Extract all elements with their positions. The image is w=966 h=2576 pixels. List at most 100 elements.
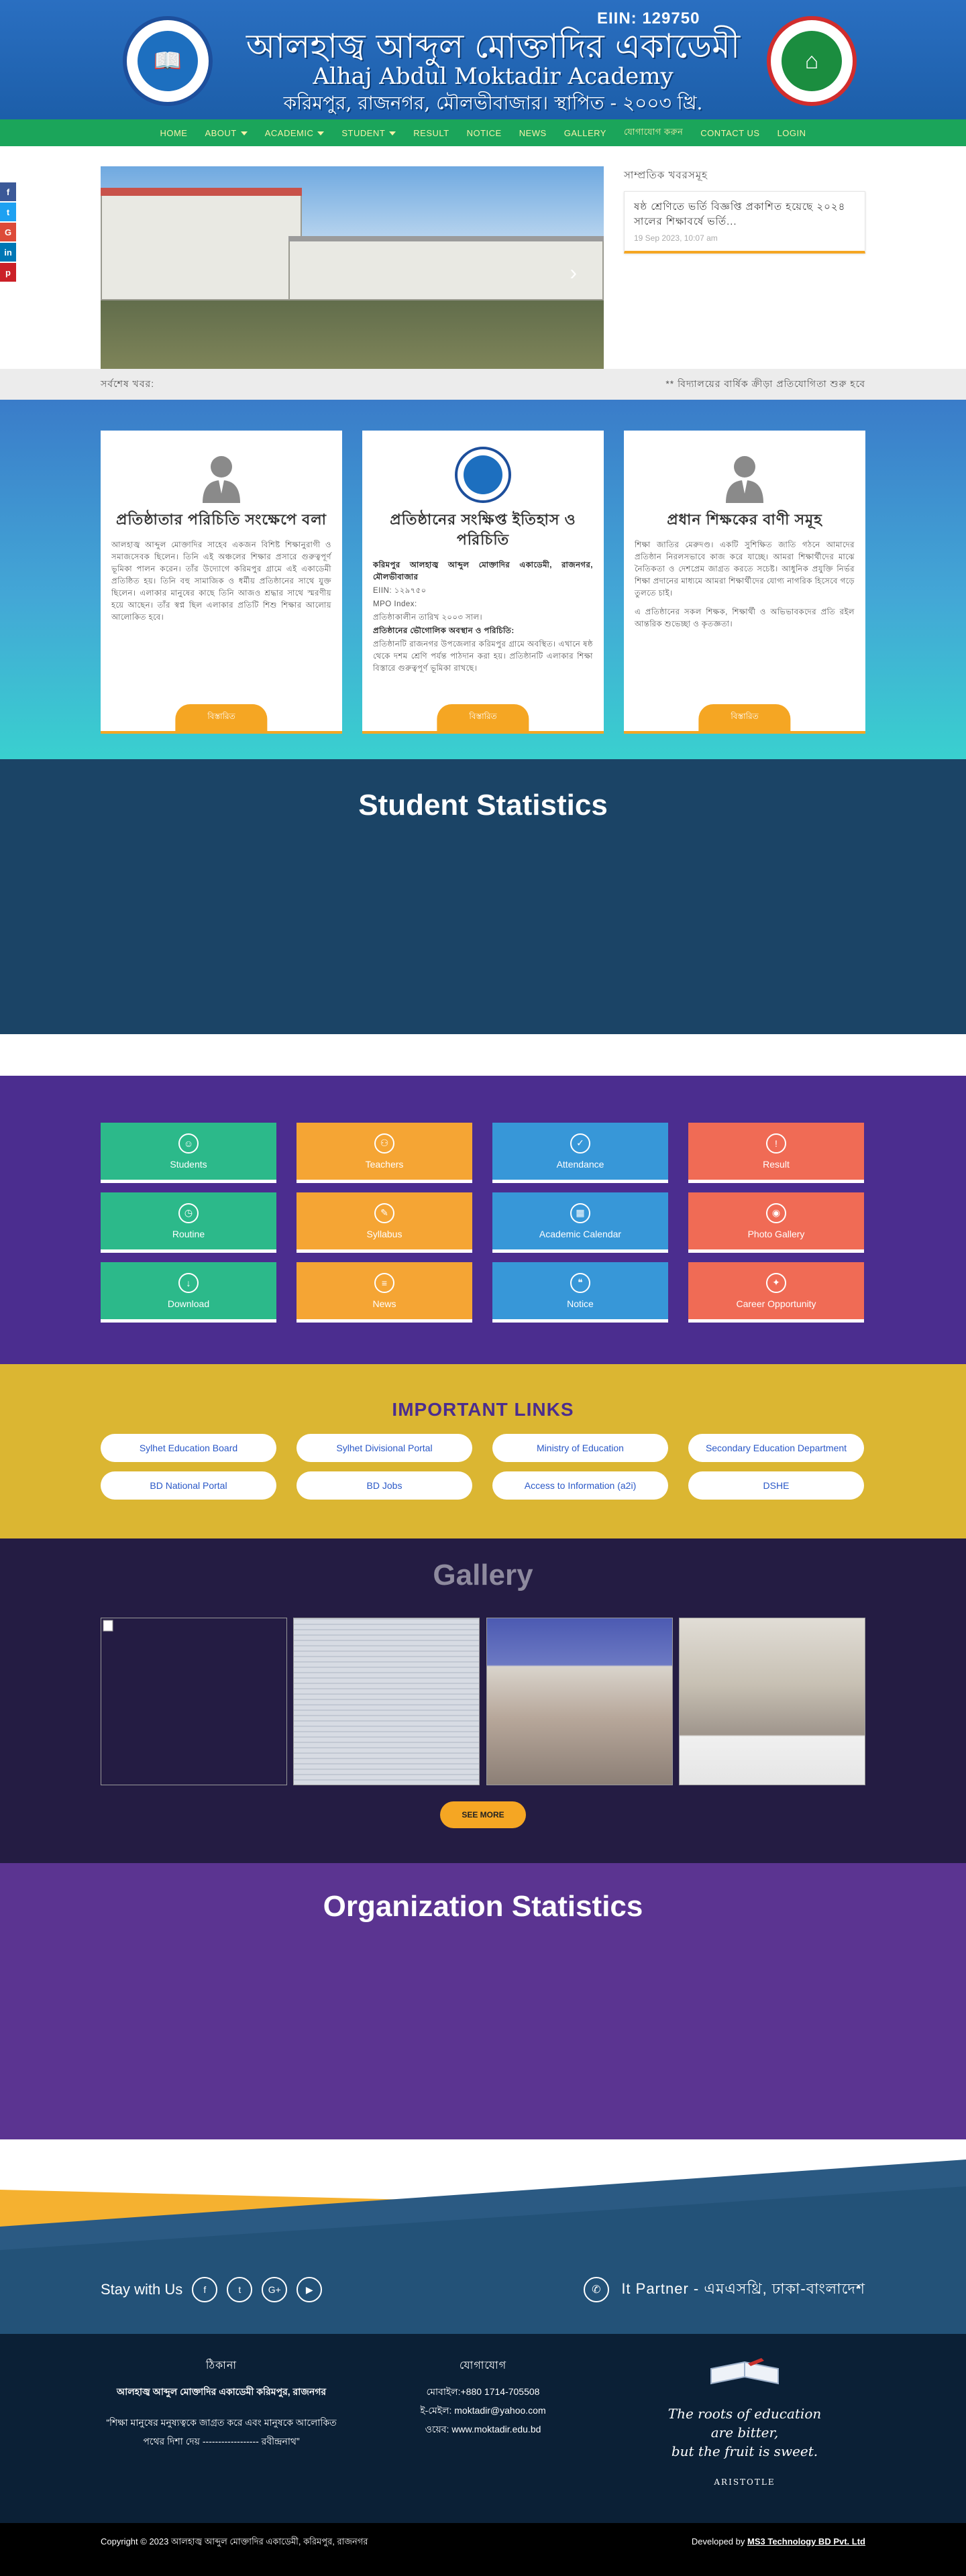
career-icon: ✦ [766, 1272, 786, 1293]
organization-statistics-title: Organization Statistics [323, 1890, 643, 1923]
quick-link-syllabus[interactable]: ✎ Syllabus [297, 1192, 472, 1253]
open-book-icon [710, 2358, 779, 2385]
important-link[interactable]: BD Jobs [297, 1471, 472, 1500]
person-avatar-icon [193, 447, 250, 503]
important-link[interactable]: Sylhet Divisional Portal [297, 1434, 472, 1462]
news-date: 19 Sep 2023, 10:07 am [634, 233, 718, 243]
calendar-icon: ▦ [570, 1202, 590, 1223]
student-statistics-section: Student Statistics [0, 759, 966, 1034]
important-link[interactable]: Sylhet Education Board [101, 1434, 276, 1462]
nav-item-label: LOGIN [777, 127, 806, 138]
profile-text: শিক্ষা জাতির মেরুদণ্ড। একটি সুশিক্ষিত জা… [635, 539, 855, 630]
profile-details-button[interactable]: বিস্তারিত [175, 704, 268, 731]
profile-paragraph: প্রতিষ্ঠানটি রাজনগর উপজেলার করিমপুর গ্রা… [373, 640, 593, 673]
important-link[interactable]: DSHE [688, 1471, 864, 1500]
youtube-icon[interactable]: ▶ [297, 2277, 323, 2302]
gallery-image-broken[interactable] [101, 1618, 287, 1785]
caret-down-icon [317, 131, 325, 136]
profile-details-button[interactable]: বিস্তারিত [437, 704, 529, 731]
important-link[interactable]: Access to Information (a2i) [492, 1471, 668, 1500]
quick-link-notice[interactable]: ❝ Notice [492, 1262, 668, 1323]
news-ticker: সর্বশেষ খবর: ** বিদ্যালয়ের বার্ষিক ক্রী… [0, 369, 966, 400]
image-slider[interactable]: › [101, 166, 604, 369]
profile-card: প্রতিষ্ঠানের সংক্ষিপ্ত ইতিহাস ও পরিচিতি ক… [362, 431, 604, 734]
nav-item-label: যোগাযোগ করুন [623, 126, 684, 137]
quick-link-news[interactable]: ≡ News [297, 1262, 472, 1323]
profile-details-button[interactable]: বিস্তারিত [698, 704, 791, 731]
nav-item-label: HOME [160, 127, 188, 138]
quick-link-career-opportunity[interactable]: ✦ Career Opportunity [688, 1262, 864, 1323]
profile-card: প্রতিষ্ঠাতার পরিচিতি সংক্ষেপে বলা আলহাজ্ব… [101, 431, 342, 734]
nav-item-7[interactable]: GALLERY [555, 128, 615, 138]
copyright-bar: Copyright © 2023 আলহাজ্ব আব্দুল মোক্তাদি… [0, 2523, 966, 2576]
profile-title: প্রধান শিক্ষকের বাণী সমূহ [667, 511, 822, 528]
organization-statistics-section: Organization Statistics [0, 1863, 966, 2139]
nav-item-label: GALLERY [564, 127, 606, 138]
nav-item-label: ABOUT [205, 127, 237, 138]
important-links-section: IMPORTANT LINKS Sylhet Education Board Sy… [0, 1364, 966, 1538]
slider-next-icon[interactable]: › [570, 260, 577, 285]
site-footer: ঠিকানা আলহাজ্ব আব্দুল মোক্তাদির একাডেমী … [0, 2334, 966, 2523]
developer-credit: Developed by MS3 Technology BD Pvt. Ltd [692, 2535, 865, 2549]
profile-paragraph: করিমপুর আলহাজ্ব আব্দুল মোক্তাদির একাডেমী… [373, 561, 593, 581]
nav-item-4[interactable]: RESULT [405, 128, 458, 138]
stay-with-us-label: Stay with Us [101, 2281, 183, 2298]
nav-item-8[interactable]: যোগাযোগ করুন [615, 126, 692, 140]
header-banner: 📖 EIIN: 129750 আলহাজ্ব আব্দুল মোক্তাদির … [0, 0, 966, 119]
footer-phone[interactable]: মোবাইল:+880 1714-705508 [362, 2382, 604, 2401]
important-link[interactable]: Secondary Education Department [688, 1434, 864, 1462]
nav-item-1[interactable]: ABOUT [196, 128, 256, 138]
gallery-image-event-1[interactable] [486, 1618, 673, 1785]
quick-link-students[interactable]: ☺ Students [101, 1123, 276, 1183]
footer-email[interactable]: ই-মেইল: moktadir@yahoo.com [362, 2401, 604, 2420]
see-more-button[interactable]: SEE MORE [440, 1801, 526, 1828]
quick-link-label: Attendance [556, 1158, 604, 1170]
profile-paragraph: প্রতিষ্ঠাকালীন তারিখ ২০০৩ সাল। [373, 614, 483, 622]
nav-item-2[interactable]: ACADEMIC [256, 128, 333, 138]
school-logo-left[interactable]: 📖 [123, 16, 213, 106]
news-card[interactable]: ষষ্ঠ শ্রেণিতে ভর্তি বিজ্ঞপ্তি প্রকাশিত হ… [624, 191, 865, 254]
nav-item-9[interactable]: CONTACT US [692, 128, 768, 138]
profile-text: করিমপুর আলহাজ্ব আব্দুল মোক্তাদির একাডেমী… [373, 559, 593, 675]
footer-address: আলহাজ্ব আব্দুল মোক্তাদির একাডেমী করিমপুর… [116, 2386, 327, 2397]
quick-link-routine[interactable]: ◷ Routine [101, 1192, 276, 1253]
main-nav: HOME ABOUT ACADEMIC STUDENT RESULT NOTICE NEWS… [0, 119, 966, 146]
quick-link-label: Academic Calendar [539, 1228, 622, 1239]
footer-wave-decoration [0, 2160, 966, 2334]
quote-line: The roots of education [667, 2406, 822, 2422]
quick-link-academic-calendar[interactable]: ▦ Academic Calendar [492, 1192, 668, 1253]
nav-item-10[interactable]: LOGIN [769, 128, 815, 138]
ticker-text[interactable]: ** বিদ্যালয়ের বার্ষিক ক্রীড়া প্রতিযোগি… [665, 376, 865, 392]
site-header: 📖 EIIN: 129750 আলহাজ্ব আব্দুল মোক্তাদির … [0, 0, 966, 146]
important-links-title: IMPORTANT LINKS [392, 1399, 574, 1420]
quick-link-attendance[interactable]: ✓ Attendance [492, 1123, 668, 1183]
quick-link-download[interactable]: ↓ Download [101, 1262, 276, 1323]
important-link[interactable]: BD National Portal [101, 1471, 276, 1500]
nav-item-6[interactable]: NEWS [511, 128, 555, 138]
nav-item-0[interactable]: HOME [151, 128, 196, 138]
twitter-icon[interactable]: t [227, 2277, 253, 2302]
important-link[interactable]: Ministry of Education [492, 1434, 668, 1462]
news-title[interactable]: ষষ্ঠ শ্রেণিতে ভর্তি বিজ্ঞপ্তি প্রকাশিত হ… [634, 200, 855, 229]
profile-card: প্রধান শিক্ষকের বাণী সমূহ শিক্ষা জাতির মে… [624, 431, 865, 734]
developer-link[interactable]: MS3 Technology BD Pvt. Ltd [747, 2536, 865, 2546]
nav-item-5[interactable]: NOTICE [458, 128, 511, 138]
facebook-icon[interactable]: f [192, 2277, 218, 2302]
teachers-icon: ⚇ [374, 1133, 394, 1154]
profile-paragraph: এ প্রতিষ্ঠানের সকল শিক্ষক, শিক্ষার্থী ও … [635, 608, 855, 628]
nav-item-3[interactable]: STUDENT [333, 128, 405, 138]
gallery-image-document[interactable] [293, 1618, 480, 1785]
footer-contact-heading: যোগাযোগ [459, 2360, 507, 2371]
quick-link-result[interactable]: ! Result [688, 1123, 864, 1183]
quick-link-teachers[interactable]: ⚇ Teachers [297, 1123, 472, 1183]
camera-icon: ◉ [766, 1202, 786, 1223]
school-logo-icon [455, 447, 511, 503]
syllabus-icon: ✎ [374, 1202, 394, 1223]
google-plus-icon[interactable]: G+ [262, 2277, 288, 2302]
footer-website[interactable]: ওয়েব: www.moktadir.edu.bd [362, 2420, 604, 2439]
copyright-text: Copyright © 2023 আলহাজ্ব আব্দুল মোক্তাদি… [101, 2536, 368, 2546]
quote-line: are bitter, [710, 2424, 779, 2441]
gallery-title: Gallery [433, 1559, 533, 1591]
gallery-image-event-2[interactable] [678, 1618, 865, 1785]
quick-link-photo-gallery[interactable]: ◉ Photo Gallery [688, 1192, 864, 1253]
